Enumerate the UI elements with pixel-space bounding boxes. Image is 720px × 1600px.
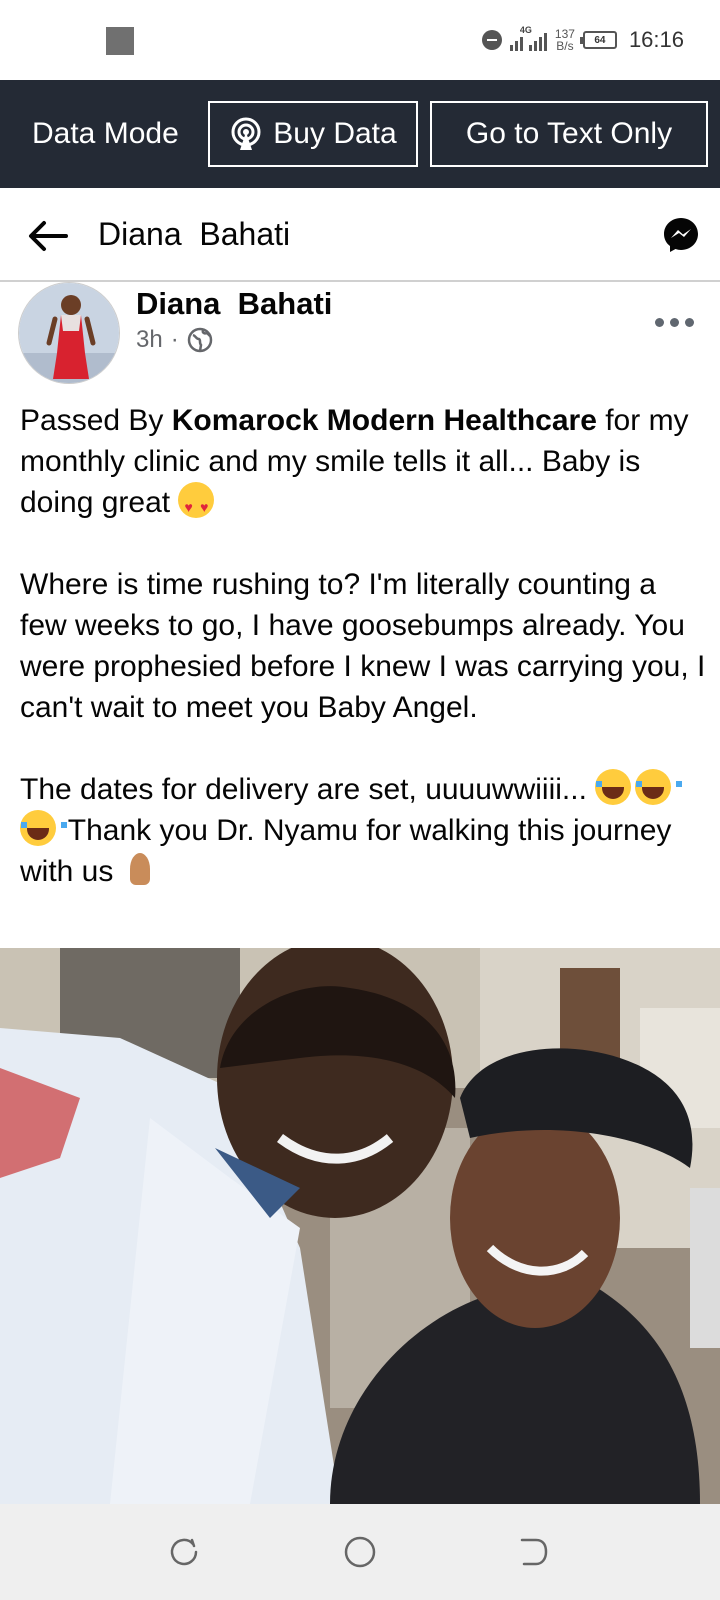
signal-icon: 4G (509, 25, 547, 51)
buy-data-label: Buy Data (273, 117, 397, 150)
page-header: Diana Bahati (0, 188, 720, 282)
data-mode-label: Data Mode (32, 117, 179, 150)
post-paragraph: The dates for delivery are set, uuuuwwii… (20, 769, 710, 892)
home-icon[interactable] (342, 1534, 378, 1570)
arrow-left-icon[interactable] (26, 214, 70, 258)
post-author[interactable]: Diana Bahati (136, 286, 332, 322)
status-bar: 4G 137 B/s 64 16:16 (0, 0, 720, 80)
battery-icon: 64 (579, 31, 617, 49)
back-icon[interactable] (516, 1534, 552, 1570)
globe-icon (187, 327, 212, 353)
post-paragraph: Where is time rushing to? I'm literally … (20, 568, 706, 724)
more-options-button[interactable] (655, 318, 694, 327)
folded-hands-emoji-icon (122, 851, 158, 887)
page-title: Diana Bahati (98, 216, 291, 252)
buy-data-button[interactable]: Buy Data (208, 101, 418, 167)
messenger-icon[interactable] (662, 216, 700, 254)
text-only-button[interactable]: Go to Text Only (430, 101, 708, 167)
network-speed: 137 B/s (554, 27, 575, 53)
recent-apps-icon[interactable] (166, 1534, 202, 1570)
tears-of-joy-emoji-icon (595, 769, 643, 805)
status-indicators: 4G 137 B/s 64 16:16 (481, 22, 684, 58)
photo-image (0, 948, 720, 1504)
system-nav-bar (0, 1504, 720, 1600)
tagged-page-link[interactable]: Komarock Modern Healthcare (172, 404, 597, 437)
avatar-image (19, 283, 119, 383)
clock: 16:16 (628, 27, 684, 52)
post-meta: 3h · (136, 326, 213, 354)
tears-of-joy-emoji-icon (20, 810, 67, 846)
post-paragraph: Passed By Komarock Modern Healthcare for… (20, 400, 710, 528)
do-not-disturb-icon (481, 30, 502, 50)
notification-icon (106, 27, 134, 55)
meta-separator: · (170, 326, 179, 353)
avatar[interactable] (18, 282, 120, 384)
post-text: Passed By Komarock Modern Healthcare for… (20, 400, 710, 892)
heart-eyes-emoji-icon (178, 482, 215, 528)
broadcast-icon (231, 117, 261, 150)
data-mode-bar: Data Mode Buy Data Go to Text Only (0, 80, 720, 188)
network-type: 4G (519, 25, 532, 35)
post-time[interactable]: 3h (136, 326, 163, 354)
tears-of-joy-emoji-icon (635, 769, 683, 805)
post-photo[interactable] (0, 948, 720, 1504)
